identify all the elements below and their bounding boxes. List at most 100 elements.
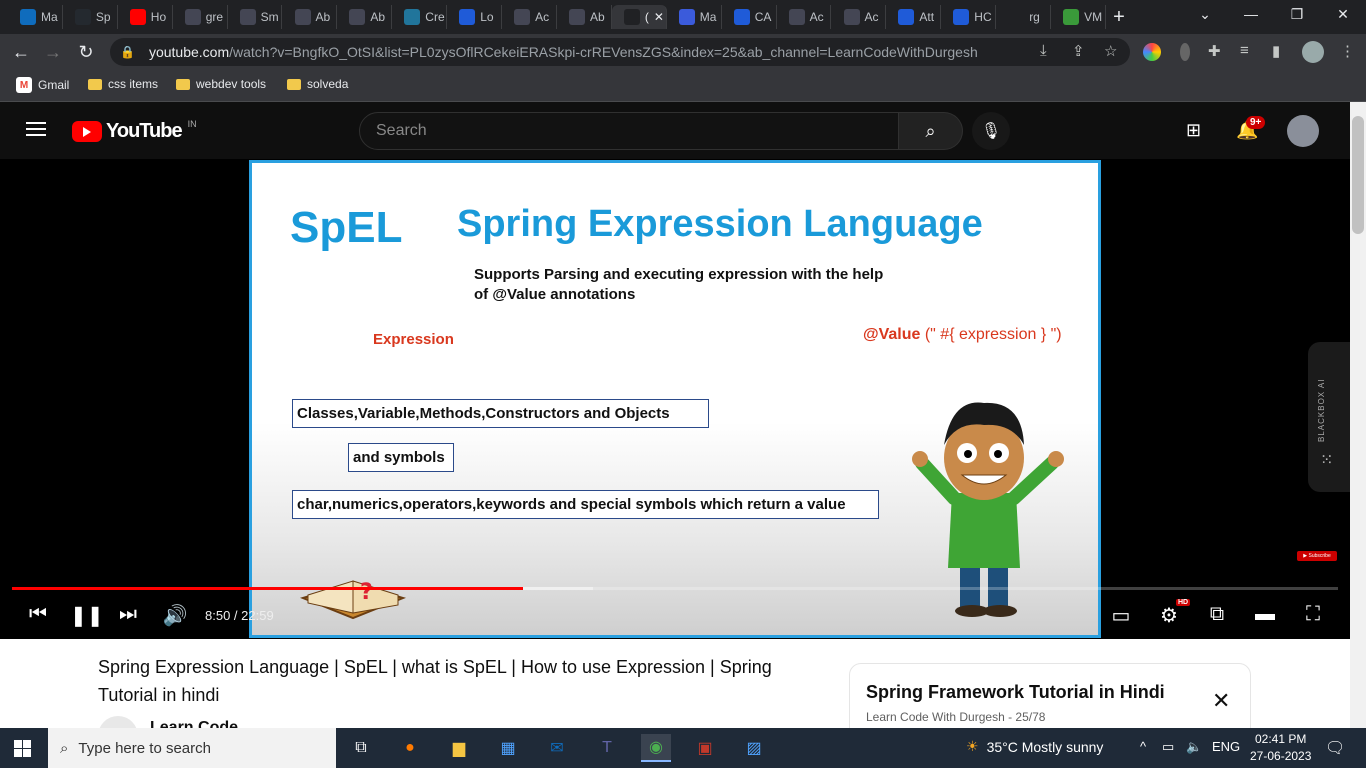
profile-avatar[interactable] (1302, 41, 1324, 63)
share-icon[interactable]: ⇪ (1072, 42, 1085, 60)
minimize-button[interactable]: — (1236, 6, 1266, 22)
video-frame[interactable]: SpEL Spring Expression Language Supports… (249, 160, 1101, 638)
forward-button[interactable]: → (42, 42, 64, 63)
taskbar-search-input[interactable]: ⌕ Type here to search (48, 728, 336, 768)
browser-tab[interactable]: Lo (447, 5, 503, 29)
restore-button[interactable]: ❐ (1282, 6, 1312, 23)
extension-dot-icon[interactable] (1180, 43, 1190, 61)
task-view-icon[interactable]: ⧉ (346, 734, 376, 762)
video-player[interactable]: SpEL Spring Expression Language Supports… (0, 159, 1350, 639)
outlook-icon[interactable]: ✉ (542, 734, 572, 762)
browser-tab[interactable]: Ab (337, 5, 393, 29)
file-explorer-icon[interactable]: ▆ (444, 734, 474, 762)
firefox-icon[interactable]: ● (395, 734, 425, 762)
browser-tab[interactable]: CA (722, 5, 777, 29)
install-app-icon[interactable]: ⤓ (1040, 42, 1047, 59)
tab-label: Att (919, 10, 935, 24)
chatgpt-icon (514, 9, 531, 25)
bookmark-solveda[interactable]: solveda (287, 77, 348, 91)
browser-tab[interactable]: HC (941, 5, 997, 29)
pause-icon[interactable]: ❚❚ (70, 603, 104, 628)
browser-tab[interactable]: Ab (557, 5, 612, 29)
browser-tab[interactable]: Cre (392, 5, 448, 29)
browser-tab[interactable]: Sm (228, 5, 283, 29)
teams-icon[interactable]: T (592, 734, 622, 762)
search-input[interactable]: Search (359, 112, 899, 150)
bookmark-css-items[interactable]: css items (88, 77, 158, 91)
bookmarks-bar: M Gmail css items webdev tools solveda (0, 70, 1366, 102)
hd-badge: HD (1176, 599, 1191, 606)
windows-start-icon[interactable] (14, 740, 31, 757)
create-video-icon[interactable]: ⊞ (1186, 120, 1201, 141)
extension-color-icon[interactable] (1143, 43, 1161, 61)
chrome-icon[interactable]: ◉ (641, 734, 671, 762)
browser-tab[interactable]: Sp (63, 5, 118, 29)
browser-tab[interactable]: Ma (667, 5, 722, 29)
subtitles-icon[interactable]: ▭ (1107, 603, 1135, 628)
side-panel-icon[interactable]: ▮ (1272, 42, 1280, 60)
battery-icon[interactable]: ▭ (1162, 739, 1174, 755)
extensions-puzzle-icon[interactable]: ✚ (1208, 42, 1221, 60)
close-window-button[interactable]: ✕ (1328, 6, 1358, 23)
browser-tab[interactable]: Ho (118, 5, 173, 29)
blackbox-ai-widget[interactable]: BLACKBOX AI ⁙ (1308, 342, 1350, 492)
search-button[interactable]: ⌕ (899, 112, 963, 150)
new-tab-button[interactable]: + (1108, 6, 1130, 28)
media-controls-icon[interactable]: ≡ (1240, 42, 1249, 59)
scrollbar-thumb[interactable] (1352, 116, 1364, 234)
browser-tab[interactable]: Ac (832, 5, 887, 29)
system-clock[interactable]: 02:41 PM 27-06-2023 (1250, 731, 1311, 765)
close-playlist-icon[interactable]: ✕ (1212, 688, 1230, 714)
reload-button[interactable]: ↻ (75, 42, 97, 63)
playlist-title[interactable]: Spring Framework Tutorial in Hindi (866, 682, 1165, 703)
youtube-logo[interactable]: YouTube IN (72, 119, 197, 143)
speaker-icon[interactable]: 🔈 (1186, 739, 1202, 755)
show-hidden-icons-icon[interactable]: ^ (1140, 739, 1146, 754)
game-app-icon[interactable]: ▣ (690, 734, 720, 762)
theater-mode-icon[interactable]: ▬ (1251, 603, 1279, 626)
browser-tab[interactable]: Att (886, 5, 942, 29)
browser-tab[interactable]: VM (1051, 5, 1106, 29)
browser-tab[interactable]: rg (996, 5, 1052, 29)
clock-time: 02:41 PM (1255, 732, 1307, 746)
tab-label: Sp (95, 10, 111, 24)
voice-search-button[interactable]: 🎙 (972, 112, 1010, 150)
tab-search-button[interactable]: ⌄ (1190, 6, 1220, 23)
video-progress-bar[interactable] (12, 587, 1338, 590)
account-avatar[interactable] (1287, 115, 1319, 147)
blackbox-label: BLACKBOX AI (1317, 378, 1326, 442)
bookmark-star-icon[interactable]: ☆ (1104, 42, 1117, 60)
close-tab-icon[interactable]: ✕ (654, 10, 664, 24)
hamburger-menu-icon[interactable] (26, 122, 46, 136)
time-display: 8:50 / 22:59 (205, 608, 274, 623)
bookmark-gmail[interactable]: M Gmail (16, 77, 69, 93)
loading-icon (1008, 9, 1025, 25)
browser-tab[interactable]: gre (173, 5, 228, 29)
back-button[interactable]: ← (10, 42, 32, 63)
cartoon-kid-illustration-icon (912, 402, 1064, 617)
language-indicator[interactable]: ENG (1212, 739, 1240, 754)
tab-label: Ma (41, 10, 58, 24)
miniplayer-icon[interactable]: ⧉ (1203, 603, 1231, 626)
next-video-icon[interactable]: ⏭ (114, 603, 142, 626)
previous-video-icon[interactable]: ⏮ (24, 603, 52, 626)
tab-label: rg (1029, 10, 1040, 24)
browser-tab[interactable]: (✕ (611, 5, 667, 29)
browser-tab[interactable]: Ac (502, 5, 557, 29)
volume-icon[interactable]: 🔊 (161, 603, 189, 628)
browser-tab[interactable]: Ma (8, 5, 63, 29)
browser-tab[interactable]: Ab (283, 5, 338, 29)
notification-center-icon[interactable]: 🗨 (1325, 738, 1345, 758)
weather-widget[interactable]: ☀ 35°C Mostly sunny (966, 738, 1103, 755)
fullscreen-icon[interactable]: ⛶ (1299, 603, 1327, 626)
address-bar[interactable]: 🔒 youtube.com/watch?v=BngfkO_OtSI&list=P… (110, 38, 1130, 66)
settings-gear-icon[interactable]: ⚙ (1155, 603, 1183, 628)
photos-icon[interactable]: ▨ (739, 734, 769, 762)
browser-tab[interactable]: Ac (777, 5, 832, 29)
bookmark-webdev-tools[interactable]: webdev tools (176, 77, 266, 91)
microsoft-store-icon[interactable]: ▦ (493, 734, 523, 762)
subscribe-watermark[interactable]: ▶ Subscribe (1297, 551, 1337, 561)
video-info-section: Spring Expression Language | SpEL | what… (0, 639, 1350, 756)
chrome-menu-icon[interactable]: ⋮ (1340, 42, 1355, 60)
tab-label: Ab (315, 10, 331, 24)
